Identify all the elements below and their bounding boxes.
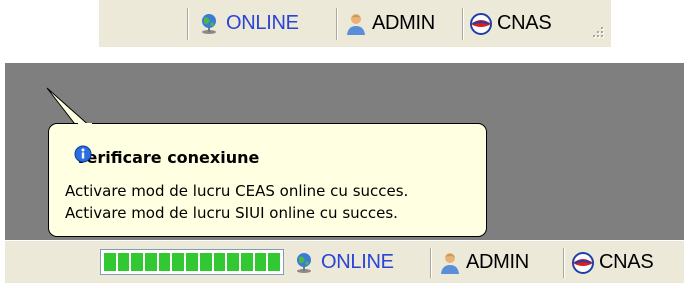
cnas-label: CNAS bbox=[599, 251, 654, 273]
admin-label: ADMIN bbox=[372, 12, 435, 34]
globe-icon bbox=[198, 13, 220, 35]
user-icon bbox=[439, 251, 461, 275]
progress-segment bbox=[213, 253, 226, 271]
status-admin[interactable]: ADMIN bbox=[345, 0, 435, 47]
progress-segment bbox=[117, 253, 130, 271]
cnas-label: CNAS bbox=[497, 12, 552, 34]
connection-progress-bar bbox=[100, 249, 284, 275]
cnas-logo-icon bbox=[570, 251, 596, 274]
info-icon bbox=[74, 145, 92, 168]
status-admin[interactable]: ADMIN bbox=[439, 241, 529, 284]
status-divider bbox=[430, 248, 431, 278]
admin-label: ADMIN bbox=[466, 251, 529, 273]
progress-segment bbox=[268, 253, 280, 271]
online-label: ONLINE bbox=[226, 12, 299, 34]
status-bar-top: ONLINE ADMIN CNAS bbox=[99, 0, 611, 47]
balloon-title: Verificare conexiune bbox=[75, 148, 260, 167]
progress-segment bbox=[186, 253, 198, 271]
online-label: ONLINE bbox=[321, 251, 394, 273]
status-cnas[interactable]: CNAS bbox=[570, 241, 654, 284]
progress-segment bbox=[172, 253, 185, 271]
progress-segment bbox=[227, 253, 239, 271]
status-divider bbox=[563, 248, 564, 278]
progress-segment bbox=[199, 253, 212, 271]
status-cnas[interactable]: CNAS bbox=[468, 0, 552, 47]
globe-icon bbox=[293, 252, 315, 274]
status-bar-bottom: ONLINE ADMIN CNAS bbox=[5, 240, 684, 283]
status-divider bbox=[462, 8, 463, 40]
status-online[interactable]: ONLINE bbox=[198, 0, 299, 47]
progress-segment bbox=[131, 253, 144, 271]
size-grip-icon[interactable] bbox=[591, 25, 605, 39]
notification-balloon[interactable]: Verificare conexiune Activare mod de luc… bbox=[48, 123, 487, 237]
user-icon bbox=[345, 12, 367, 36]
status-divider bbox=[336, 8, 337, 40]
cnas-logo-icon bbox=[468, 12, 494, 35]
status-divider bbox=[187, 8, 188, 40]
progress-segment bbox=[145, 253, 157, 271]
balloon-message-line: Activare mod de lucru SIUI online cu suc… bbox=[65, 204, 398, 222]
progress-segment bbox=[254, 253, 267, 271]
progress-segment bbox=[240, 253, 253, 271]
balloon-message-line: Activare mod de lucru CEAS online cu suc… bbox=[65, 182, 409, 200]
progress-segment bbox=[158, 253, 171, 271]
status-online[interactable]: ONLINE bbox=[293, 241, 394, 284]
progress-segment bbox=[104, 253, 116, 271]
